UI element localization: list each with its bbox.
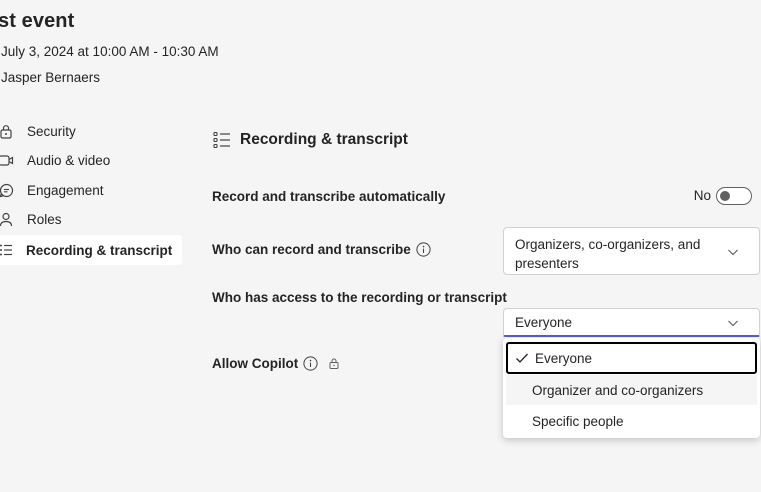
- event-datetime: July 3, 2024 at 10:00 AM - 10:30 AM: [1, 44, 219, 59]
- checkmark-icon: [516, 353, 528, 363]
- person-icon: [0, 212, 14, 228]
- info-icon[interactable]: [416, 242, 431, 257]
- who-has-access-label: Who has access to the recording or trans…: [212, 290, 507, 305]
- dropdown-value: Organizers, co-organizers, and presenter…: [515, 237, 701, 271]
- sidebar-item-recording-transcript[interactable]: Recording & transcript: [0, 235, 182, 265]
- option-specific-people[interactable]: Specific people: [506, 406, 757, 436]
- dropdown-value: Everyone: [515, 315, 573, 330]
- sidebar-item-label: Security: [27, 124, 76, 139]
- lock-icon: [0, 124, 14, 140]
- sidebar-item-label: Audio & video: [27, 153, 111, 168]
- sidebar-item-audio-video[interactable]: Audio & video: [0, 146, 182, 175]
- who-can-record-dropdown[interactable]: Organizers, co-organizers, and presenter…: [503, 227, 760, 275]
- page-title: st event: [0, 10, 75, 32]
- sidebar-item-roles[interactable]: Roles: [0, 205, 182, 234]
- access-options-listbox: Everyone Organizer and co-organizers Spe…: [503, 338, 760, 438]
- section-title: Recording & transcript: [213, 131, 408, 149]
- allow-copilot-row: Allow Copilot: [212, 356, 339, 371]
- sidebar-item-security[interactable]: Security: [0, 117, 182, 146]
- section-title-text: Recording & transcript: [240, 131, 408, 148]
- sidebar-item-engagement[interactable]: Engagement: [0, 176, 182, 205]
- info-icon[interactable]: [303, 356, 318, 371]
- option-organizer-co-organizers[interactable]: Organizer and co-organizers: [506, 375, 757, 405]
- sidebar-item-label: Engagement: [27, 183, 104, 198]
- allow-copilot-label: Allow Copilot: [212, 356, 299, 371]
- list-icon: [213, 131, 230, 149]
- lock-icon: [329, 358, 339, 369]
- option-label: Everyone: [535, 350, 593, 366]
- toggle-state-text: No: [693, 188, 711, 203]
- option-label: Organizer and co-organizers: [532, 382, 704, 398]
- video-icon: [0, 153, 14, 169]
- record-auto-label: Record and transcribe automatically: [212, 189, 446, 204]
- sidebar-item-label: Roles: [27, 212, 62, 227]
- sidebar-item-label: Recording & transcript: [26, 242, 173, 258]
- who-can-record-row: Who can record and transcribe: [212, 242, 431, 257]
- list-icon: [0, 242, 14, 258]
- option-everyone[interactable]: Everyone: [506, 342, 757, 374]
- chevron-down-icon: [728, 249, 738, 256]
- record-auto-toggle[interactable]: [716, 187, 752, 205]
- option-label: Specific people: [532, 413, 624, 429]
- toggle-knob: [720, 190, 730, 201]
- chat-icon: [0, 183, 14, 199]
- event-organizer: Jasper Bernaers: [1, 70, 101, 85]
- chevron-down-icon: [728, 320, 738, 327]
- who-has-access-dropdown[interactable]: Everyone: [503, 308, 760, 337]
- who-can-record-label: Who can record and transcribe: [212, 242, 411, 257]
